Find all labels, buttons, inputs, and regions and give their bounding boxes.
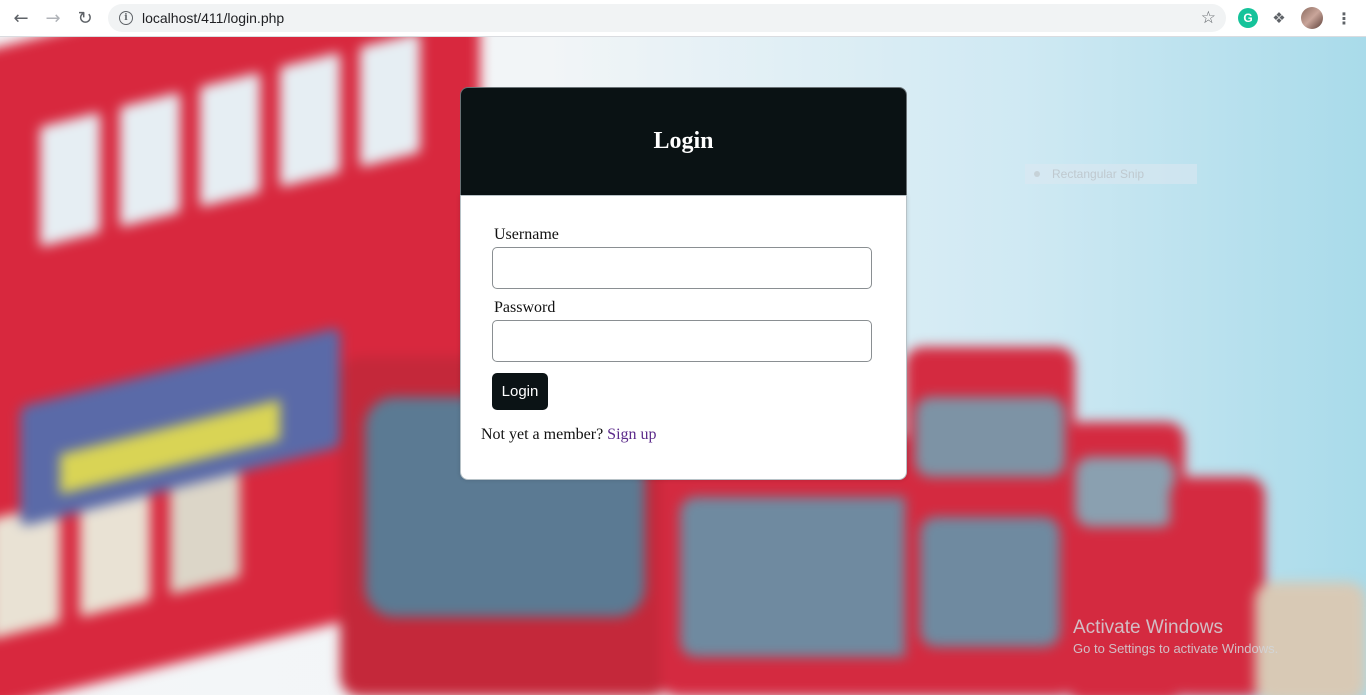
member-prompt-text: Not yet a member? bbox=[481, 426, 604, 443]
forward-arrow-icon[interactable]: → bbox=[38, 3, 68, 33]
snip-label: Rectangular Snip bbox=[1052, 167, 1145, 181]
puzzle-icon[interactable]: ❖ bbox=[1269, 8, 1289, 28]
login-title: Login bbox=[653, 128, 714, 154]
activate-windows-watermark: Activate Windows Go to Settings to activ… bbox=[1073, 617, 1278, 656]
address-bar[interactable]: i localhost/411/login.php ☆ bbox=[108, 4, 1226, 32]
url-text[interactable]: localhost/411/login.php bbox=[142, 10, 284, 26]
username-label: Username bbox=[494, 226, 559, 243]
username-input[interactable] bbox=[492, 247, 872, 289]
bus-2-glass bbox=[680, 497, 920, 657]
info-icon[interactable]: i bbox=[119, 11, 133, 25]
browser-toolbar: ← → ↻ i localhost/411/login.php ☆ G ❖ ⋮ bbox=[0, 0, 1366, 37]
star-icon[interactable]: ☆ bbox=[1201, 8, 1216, 28]
back-arrow-icon[interactable]: ← bbox=[6, 3, 36, 33]
login-button[interactable]: Login bbox=[492, 373, 548, 410]
activate-subtitle: Go to Settings to activate Windows. bbox=[1073, 641, 1279, 656]
activate-title: Activate Windows bbox=[1073, 617, 1223, 638]
signup-link[interactable]: Sign up bbox=[607, 426, 656, 443]
login-form: Username Password Login Not yet a member… bbox=[460, 195, 907, 480]
avatar[interactable] bbox=[1301, 7, 1323, 29]
snip-tooltip: Rectangular Snip bbox=[1025, 164, 1197, 184]
login-card-header: Login bbox=[460, 87, 907, 197]
bus-5 bbox=[1170, 477, 1265, 695]
grammarly-icon[interactable]: G bbox=[1238, 8, 1258, 28]
kebab-menu-icon[interactable]: ⋮ bbox=[1334, 8, 1354, 28]
reload-icon[interactable]: ↻ bbox=[70, 3, 100, 33]
bus-3-glass bbox=[915, 397, 1065, 477]
snip-dot-icon bbox=[1034, 171, 1040, 177]
password-label: Password bbox=[494, 299, 556, 316]
bus-4-glass bbox=[1075, 457, 1175, 527]
bus-3-lower-glass bbox=[920, 517, 1060, 647]
password-input[interactable] bbox=[492, 320, 872, 362]
grammarly-letter: G bbox=[1243, 11, 1253, 25]
signup-prompt: Not yet a member? Sign up bbox=[481, 426, 657, 444]
